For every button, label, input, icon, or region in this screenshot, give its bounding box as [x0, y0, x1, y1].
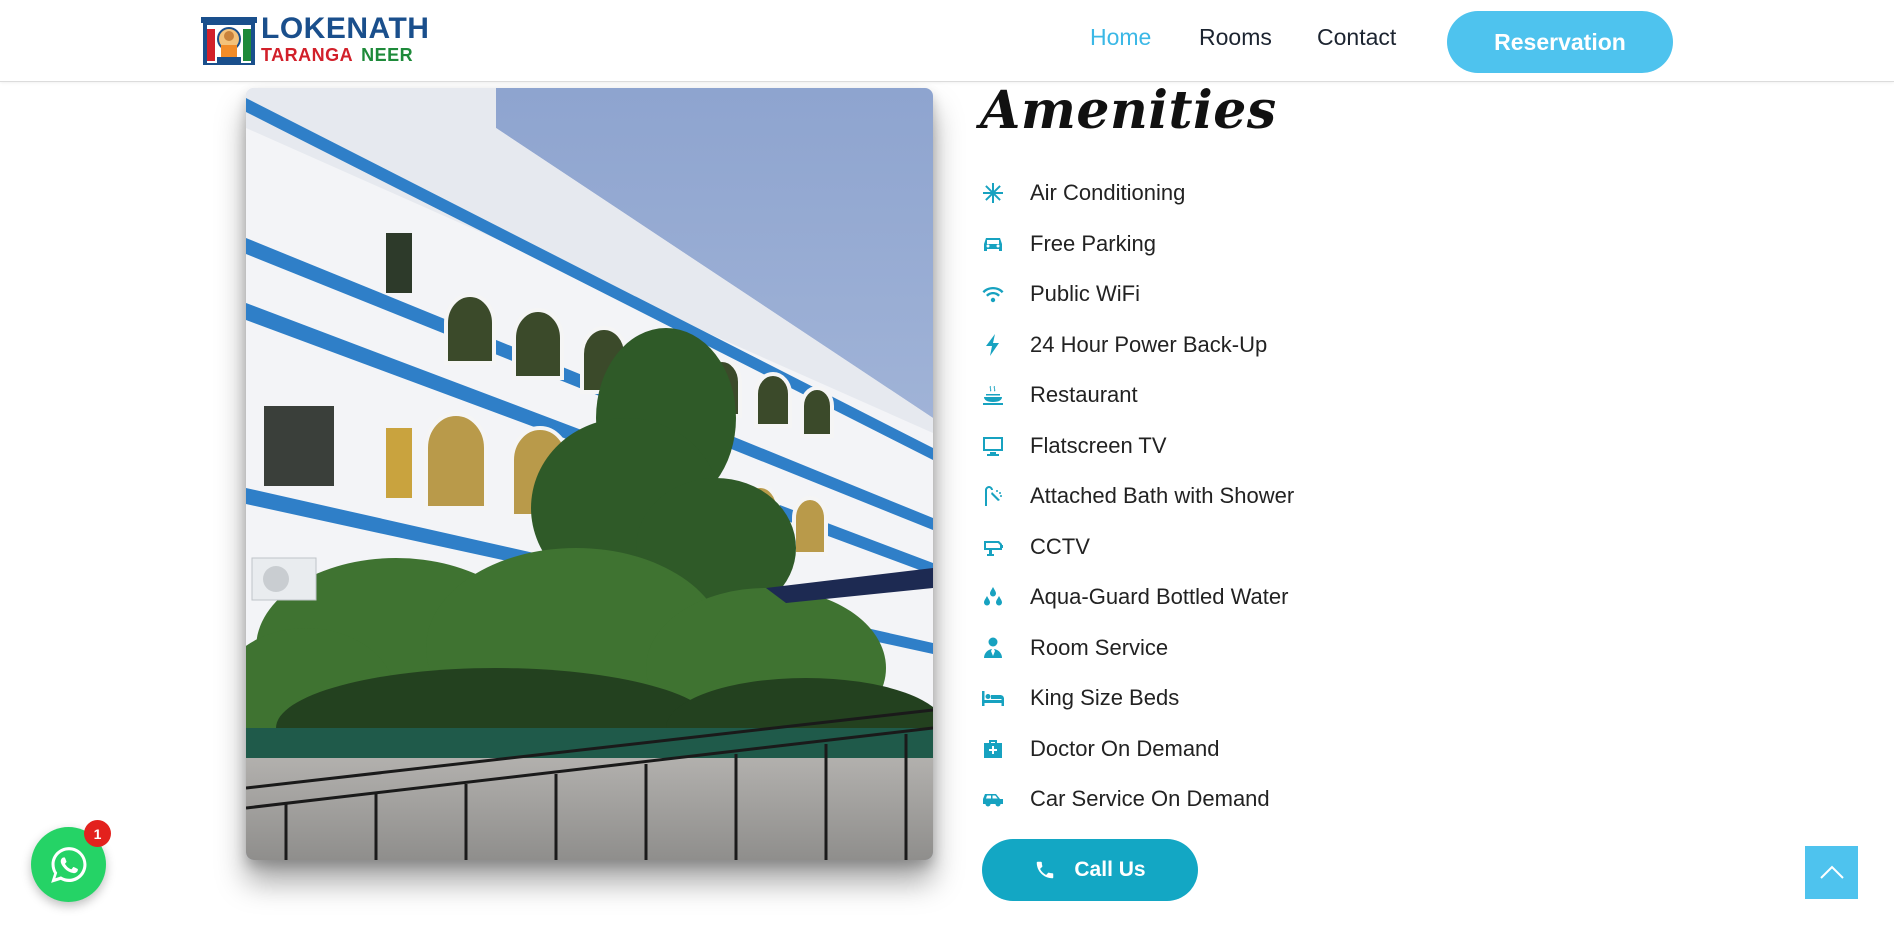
amenity-label: Aqua-Guard Bottled Water — [1030, 584, 1289, 610]
nav-contact[interactable]: Contact — [1317, 24, 1396, 51]
amenity-item: Car Service On Demand — [980, 774, 1294, 825]
snowflake-icon — [980, 180, 1006, 206]
amenity-item: Room Service — [980, 623, 1294, 674]
bed-icon — [980, 685, 1006, 711]
cctv-icon — [980, 534, 1006, 560]
bolt-icon — [980, 332, 1006, 358]
wifi-icon — [980, 281, 1006, 307]
amenities-list: Air Conditioning Free Parking Public WiF… — [980, 168, 1294, 825]
amenity-label: Flatscreen TV — [1030, 432, 1167, 458]
main-nav: Home Rooms Contact Reservation — [0, 5, 1894, 73]
medical-kit-icon — [980, 736, 1006, 762]
hot-dish-icon — [980, 382, 1006, 408]
chevron-up-icon — [1819, 865, 1844, 879]
amenity-item: Air Conditioning — [980, 168, 1294, 219]
call-us-button[interactable]: Call Us — [982, 839, 1198, 901]
amenity-label: King Size Beds — [1030, 685, 1180, 711]
amenities-title: Amenities — [980, 80, 1277, 141]
amenity-label: Doctor On Demand — [1030, 735, 1220, 761]
car-icon — [980, 231, 1006, 257]
amenity-label: 24 Hour Power Back-Up — [1030, 331, 1268, 357]
amenity-label: Attached Bath with Shower — [1030, 483, 1295, 509]
amenity-item: King Size Beds — [980, 673, 1294, 724]
nav-rooms[interactable]: Rooms — [1199, 24, 1272, 51]
shower-icon — [980, 483, 1006, 509]
water-drops-icon — [980, 584, 1006, 610]
reservation-button[interactable]: Reservation — [1447, 11, 1673, 73]
amenity-item: Attached Bath with Shower — [980, 471, 1294, 522]
amenity-label: Restaurant — [1030, 382, 1138, 408]
call-us-label: Call Us — [1074, 858, 1146, 881]
nav-home[interactable]: Home — [1090, 24, 1151, 51]
tv-icon — [980, 433, 1006, 459]
amenity-item: Restaurant — [980, 370, 1294, 421]
amenity-item: CCTV — [980, 522, 1294, 573]
amenity-label: Air Conditioning — [1030, 180, 1186, 206]
amenity-item: Public WiFi — [980, 269, 1294, 320]
waiter-icon — [980, 635, 1006, 661]
amenity-label: Car Service On Demand — [1030, 786, 1270, 812]
phone-icon — [1037, 861, 1054, 879]
amenity-item: Free Parking — [980, 219, 1294, 270]
hotel-building-photo — [246, 88, 933, 860]
amenity-label: Room Service — [1030, 634, 1169, 660]
amenity-item: Aqua-Guard Bottled Water — [980, 572, 1294, 623]
amenity-label: Public WiFi — [1030, 281, 1141, 307]
whatsapp-icon — [50, 846, 86, 883]
notification-badge: 1 — [84, 820, 111, 847]
amenity-item: 24 Hour Power Back-Up — [980, 320, 1294, 371]
amenity-label: Free Parking — [1030, 230, 1156, 256]
scroll-to-top-button[interactable] — [1805, 846, 1858, 899]
amenity-label: CCTV — [1030, 533, 1090, 559]
amenity-item: Doctor On Demand — [980, 724, 1294, 775]
amenity-item: Flatscreen TV — [980, 421, 1294, 472]
site-header: LOKENATH TARANGA NEER Home Rooms Contact … — [0, 0, 1894, 82]
car-side-icon — [980, 786, 1006, 812]
